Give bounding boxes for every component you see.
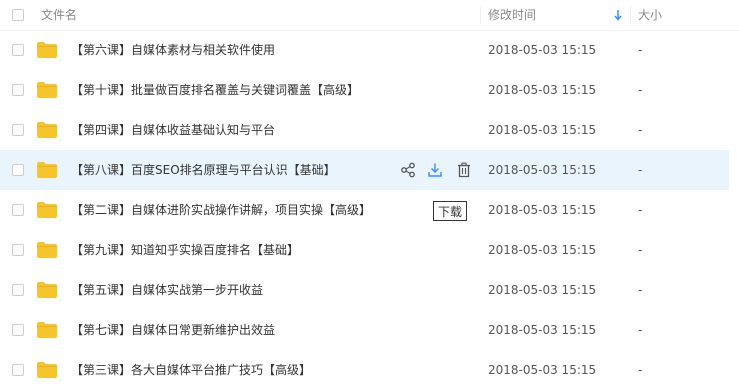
- file-row[interactable]: 【第九课】知道知乎实操百度排名【基础】 2018-05-03 15:15 -: [0, 230, 729, 270]
- file-size: -: [638, 203, 643, 217]
- file-name-link[interactable]: 【第五课】自媒体实战第一步开收益: [71, 270, 263, 310]
- file-name-link[interactable]: 【第八课】百度SEO排名原理与平台认识【基础】: [71, 150, 336, 190]
- row-checkbox[interactable]: [12, 324, 24, 336]
- row-checkbox[interactable]: [12, 284, 24, 296]
- arrow-down-icon[interactable]: [613, 9, 623, 21]
- file-row[interactable]: 【第四课】自媒体收益基础认知与平台 2018-05-03 15:15 -: [0, 110, 729, 150]
- folder-icon: [37, 322, 57, 338]
- file-row[interactable]: 【第二课】自媒体进阶实战操作讲解，项目实操【高级】 2018-05-03 15:1…: [0, 190, 729, 230]
- file-row[interactable]: 【第八课】百度SEO排名原理与平台认识【基础】 2018-05-03 15:15 -: [0, 150, 729, 190]
- file-row[interactable]: 【第七课】自媒体日常更新维护出效益 2018-05-03 15:15 -: [0, 310, 729, 350]
- column-divider: [630, 6, 631, 24]
- folder-icon: [37, 362, 57, 378]
- file-size: -: [638, 163, 643, 177]
- modified-time: 2018-05-03 15:15: [488, 83, 597, 97]
- row-checkbox[interactable]: [12, 244, 24, 256]
- folder-icon: [37, 282, 57, 298]
- modified-time: 2018-05-03 15:15: [488, 163, 597, 177]
- modified-time: 2018-05-03 15:15: [488, 243, 597, 257]
- folder-icon: [37, 42, 57, 58]
- file-name-link[interactable]: 【第三课】各大自媒体平台推广技巧【高级】: [71, 350, 311, 390]
- trash-icon[interactable]: [456, 162, 472, 178]
- folder-icon: [37, 242, 57, 258]
- row-checkbox[interactable]: [12, 364, 24, 376]
- share-icon[interactable]: [400, 162, 416, 178]
- modified-time: 2018-05-03 15:15: [488, 43, 597, 57]
- column-header-size[interactable]: 大小: [638, 0, 662, 30]
- download-tooltip: 下载: [433, 201, 467, 221]
- file-size: -: [638, 283, 643, 297]
- file-size: -: [638, 123, 643, 137]
- file-size: -: [638, 363, 643, 377]
- row-checkbox[interactable]: [12, 164, 24, 176]
- file-name-link[interactable]: 【第六课】自媒体素材与相关软件使用: [71, 30, 275, 70]
- folder-icon: [37, 162, 57, 178]
- download-icon[interactable]: [427, 162, 443, 178]
- file-name-link[interactable]: 【第四课】自媒体收益基础认知与平台: [71, 110, 275, 150]
- file-row[interactable]: 【第三课】各大自媒体平台推广技巧【高级】 2018-05-03 15:15 -: [0, 350, 729, 390]
- file-name-link[interactable]: 【第二课】自媒体进阶实战操作讲解，项目实操【高级】: [71, 190, 371, 230]
- modified-time: 2018-05-03 15:15: [488, 123, 597, 137]
- row-checkbox[interactable]: [12, 204, 24, 216]
- file-name-link[interactable]: 【第九课】知道知乎实操百度排名【基础】: [71, 230, 299, 270]
- modified-time: 2018-05-03 15:15: [488, 283, 597, 297]
- modified-time: 2018-05-03 15:15: [488, 363, 597, 377]
- file-name-link[interactable]: 【第十课】批量做百度排名覆盖与关键词覆盖【高级】: [71, 70, 359, 110]
- select-all-checkbox[interactable]: [12, 9, 24, 21]
- file-size: -: [638, 243, 643, 257]
- column-header-name[interactable]: 文件名: [41, 0, 77, 30]
- file-row[interactable]: 【第十课】批量做百度排名覆盖与关键词覆盖【高级】 2018-05-03 15:15…: [0, 70, 729, 110]
- modified-time: 2018-05-03 15:15: [488, 323, 597, 337]
- column-header-modified[interactable]: 修改时间: [488, 0, 536, 30]
- row-checkbox[interactable]: [12, 124, 24, 136]
- folder-icon: [37, 122, 57, 138]
- column-divider: [480, 6, 481, 24]
- modified-time: 2018-05-03 15:15: [488, 203, 597, 217]
- file-size: -: [638, 323, 643, 337]
- file-name-link[interactable]: 【第七课】自媒体日常更新维护出效益: [71, 310, 275, 350]
- row-checkbox[interactable]: [12, 44, 24, 56]
- file-size: -: [638, 43, 643, 57]
- file-row[interactable]: 【第六课】自媒体素材与相关软件使用 2018-05-03 15:15 -: [0, 30, 729, 70]
- folder-icon: [37, 82, 57, 98]
- file-size: -: [638, 83, 643, 97]
- file-list-header: 文件名 修改时间 大小: [0, 0, 739, 31]
- file-row[interactable]: 【第五课】自媒体实战第一步开收益 2018-05-03 15:15 -: [0, 270, 729, 310]
- row-checkbox[interactable]: [12, 84, 24, 96]
- folder-icon: [37, 202, 57, 218]
